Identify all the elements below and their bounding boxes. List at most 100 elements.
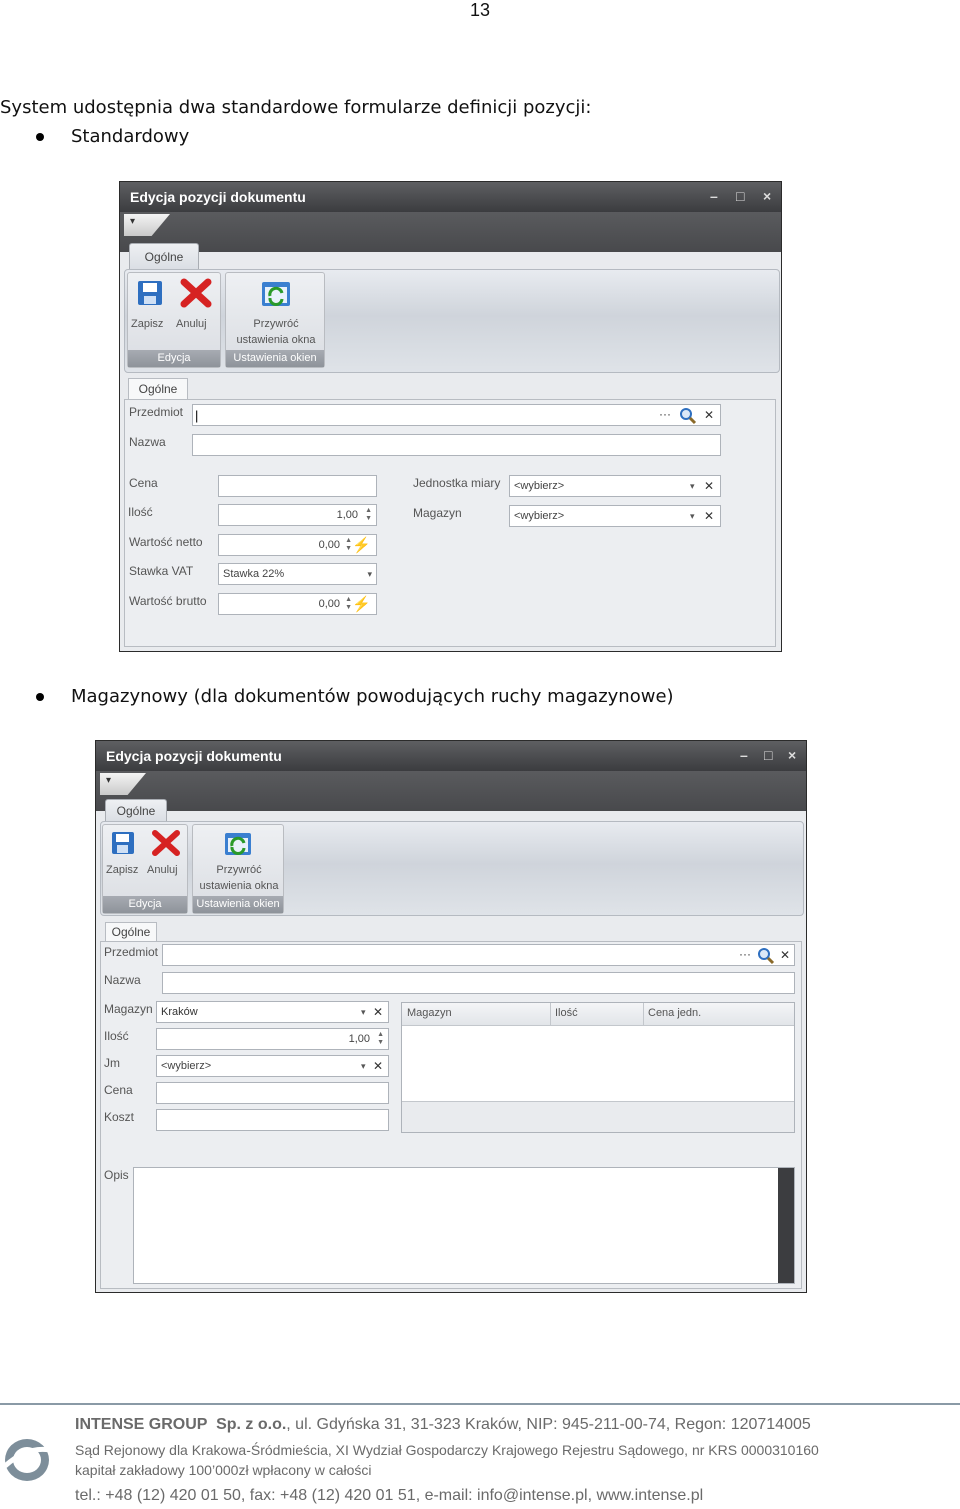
chevron-down-icon[interactable]: ▾	[690, 511, 695, 522]
window-title: Edycja pozycji dokumentu	[106, 748, 282, 764]
magazyn-select[interactable]: Kraków ▾ ✕	[156, 1001, 389, 1023]
clear-icon[interactable]: ✕	[704, 408, 714, 422]
cena-input[interactable]	[156, 1082, 389, 1104]
chevron-down-icon[interactable]: ▾	[367, 569, 372, 580]
clear-icon[interactable]: ✕	[704, 509, 714, 523]
dialog-standard: Edycja pozycji dokumentu – □ × ▾ Ogólne …	[119, 181, 782, 652]
clear-icon[interactable]: ✕	[780, 948, 790, 962]
scrollbar[interactable]	[778, 1168, 794, 1283]
label-cena: Cena	[129, 476, 158, 490]
grid-footer	[402, 1101, 794, 1132]
label-vat: Stawka VAT	[129, 564, 194, 578]
restore-window-icon[interactable]	[260, 278, 292, 310]
ilosc-stepper[interactable]: 1,00 ▲ ▼	[218, 504, 377, 526]
dialog-magazynowy: Edycja pozycji dokumentu – □ × ▾ Ogólne …	[95, 740, 807, 1293]
opis-textarea[interactable]	[133, 1167, 795, 1284]
form-tab-ogolne[interactable]: Ogólne	[128, 378, 188, 400]
spinner-icon[interactable]: ▲ ▼	[365, 507, 372, 523]
jm-select[interactable]: <wybierz> ▾ ✕	[156, 1055, 389, 1077]
calculate-icon[interactable]: ⚡	[352, 536, 371, 554]
netto-stepper[interactable]: 0,00 ▲ ▼ ⚡	[218, 534, 377, 556]
ilosc-stepper[interactable]: 1,00 ▲ ▼	[156, 1028, 389, 1050]
company-address: , ul. Gdyńska 31, 31-323 Kraków, NIP: 94…	[286, 1416, 811, 1433]
label-przedmiot: Przedmiot	[129, 405, 184, 419]
label-jm: Jm	[104, 1056, 120, 1070]
close-button[interactable]: ×	[788, 747, 796, 763]
restore-window-icon[interactable]	[223, 829, 253, 859]
jm-value: <wybierz>	[514, 480, 565, 492]
clear-icon[interactable]: ✕	[373, 1005, 383, 1019]
group-ustawienia-okien: Przywróć ustawienia okna Ustawienia okie…	[225, 272, 325, 368]
cena-input[interactable]	[218, 475, 377, 497]
group-ustawienia-okien: Przywróć ustawienia okna Ustawienia okie…	[192, 824, 284, 914]
save-icon[interactable]	[110, 830, 136, 856]
bullet-dot	[36, 693, 44, 701]
bullet-magazynowy: Magazynowy (dla dokumentów powodujących …	[71, 686, 674, 707]
ribbon-body: Zapisz Anuluj Edycja Przywróć ustawienia…	[100, 821, 804, 916]
maximize-button[interactable]: □	[736, 188, 744, 204]
page-number: 13	[469, 0, 491, 20]
group-label-okien: Ustawienia okien	[226, 350, 324, 367]
minimize-button[interactable]: –	[740, 747, 748, 763]
search-icon[interactable]	[757, 947, 775, 965]
chevron-down-icon[interactable]: ▾	[361, 1061, 366, 1072]
save-icon[interactable]	[136, 279, 164, 307]
bullet-standardowy: Standardowy	[71, 126, 190, 147]
restore-label-1: Przywróć	[216, 864, 262, 876]
restore-label-1: Przywróć	[253, 318, 299, 330]
ribbon-tab-ogolne[interactable]: Ogólne	[105, 799, 167, 823]
nazwa-input[interactable]	[192, 434, 721, 456]
form-tab-ogolne[interactable]: Ogólne	[105, 922, 157, 943]
ribbon-tab-ogolne[interactable]: Ogólne	[129, 243, 199, 271]
save-label: Zapisz	[106, 864, 139, 876]
przedmiot-input[interactable]: | ··· ✕	[192, 404, 721, 426]
jm-select[interactable]: <wybierz> ▾ ✕	[509, 475, 721, 497]
clear-icon[interactable]: ✕	[373, 1059, 383, 1073]
label-ilosc: Ilość	[128, 505, 153, 519]
group-edycja: Zapisz Anuluj Edycja	[127, 272, 221, 368]
label-magazyn: Magazyn	[104, 1002, 153, 1016]
footer-line4: tel.: +48 (12) 420 01 50, fax: +48 (12) …	[75, 1487, 704, 1504]
spinner-icon[interactable]: ▲ ▼	[377, 1031, 384, 1047]
chevron-down-icon[interactable]: ▾	[361, 1007, 366, 1018]
more-icon[interactable]: ···	[659, 407, 671, 421]
ribbon-header	[96, 771, 806, 811]
col-magazyn[interactable]: Magazyn	[407, 1007, 452, 1019]
label-nazwa: Nazwa	[104, 973, 141, 987]
cancel-label: Anuluj	[176, 318, 207, 330]
col-ilosc[interactable]: Ilość	[555, 1007, 578, 1019]
magazyn-select[interactable]: <wybierz> ▾ ✕	[509, 505, 721, 527]
calculate-icon[interactable]: ⚡	[352, 595, 371, 613]
label-cena: Cena	[104, 1083, 133, 1097]
footer-divider	[0, 1403, 960, 1405]
grid-header: Magazyn Ilość Cena jedn.	[402, 1003, 794, 1026]
label-brutto: Wartość brutto	[129, 594, 207, 608]
spinner-icon[interactable]: ▲ ▼	[345, 596, 352, 612]
group-label-okien: Ustawienia okien	[193, 896, 283, 913]
koszt-input[interactable]	[156, 1109, 389, 1131]
close-button[interactable]: ×	[763, 188, 771, 204]
search-icon[interactable]	[679, 407, 697, 425]
cancel-icon[interactable]	[180, 278, 212, 308]
chevron-down-icon[interactable]: ▾	[690, 481, 695, 492]
vat-select[interactable]: Stawka 22% ▾	[218, 563, 377, 585]
minimize-button[interactable]: –	[710, 188, 718, 204]
przedmiot-input[interactable]: ··· ✕	[162, 944, 795, 966]
label-nazwa: Nazwa	[129, 435, 166, 449]
col-cena[interactable]: Cena jedn.	[648, 1007, 701, 1019]
maximize-button[interactable]: □	[764, 747, 772, 763]
bullet-dot	[36, 133, 44, 141]
spinner-icon[interactable]: ▲ ▼	[345, 537, 352, 553]
nazwa-input[interactable]	[162, 972, 795, 994]
footer-line2: Sąd Rejonowy dla Krakowa-Śródmieścia, XI…	[75, 1442, 819, 1458]
brutto-stepper[interactable]: 0,00 ▲ ▼ ⚡	[218, 593, 377, 615]
group-label-edycja: Edycja	[103, 896, 187, 913]
stock-grid[interactable]: Magazyn Ilość Cena jedn.	[401, 1002, 795, 1133]
more-icon[interactable]: ···	[739, 947, 751, 961]
label-opis: Opis	[104, 1168, 129, 1182]
magazyn-value: <wybierz>	[514, 510, 565, 522]
netto-value: 0,00	[318, 539, 340, 551]
cancel-icon[interactable]	[151, 829, 181, 857]
clear-icon[interactable]: ✕	[704, 479, 714, 493]
chevron-down-icon: ▾	[106, 775, 112, 786]
